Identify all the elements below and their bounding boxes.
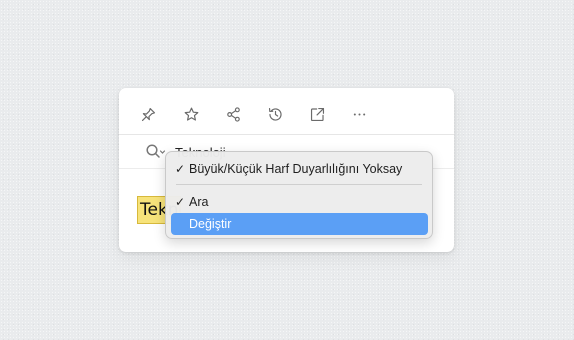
- menu-item-label: Ara: [189, 195, 209, 209]
- search-options-icon[interactable]: [145, 143, 167, 161]
- more-icon[interactable]: [349, 104, 369, 124]
- search-options-menu: ✓ Büyük/Küçük Harf Duyarlılığını Yoksay …: [165, 151, 433, 239]
- share-icon[interactable]: [223, 104, 243, 124]
- menu-separator: [176, 184, 422, 185]
- star-icon[interactable]: [181, 104, 201, 124]
- open-external-icon[interactable]: [307, 104, 327, 124]
- checkmark-icon: ✓: [175, 195, 186, 209]
- checkmark-icon: ✓: [175, 162, 186, 176]
- menu-item-replace[interactable]: Değiştir: [171, 213, 428, 235]
- menu-item-ignore-case[interactable]: ✓ Büyük/Küçük Harf Duyarlılığını Yoksay: [171, 158, 428, 180]
- pin-icon[interactable]: [138, 104, 158, 124]
- menu-item-find[interactable]: ✓ Ara: [171, 191, 428, 213]
- menu-item-label: Değiştir: [189, 217, 232, 231]
- toolbar: [119, 88, 454, 135]
- history-icon[interactable]: [265, 104, 285, 124]
- menu-item-label: Büyük/Küçük Harf Duyarlılığını Yoksay: [189, 162, 403, 176]
